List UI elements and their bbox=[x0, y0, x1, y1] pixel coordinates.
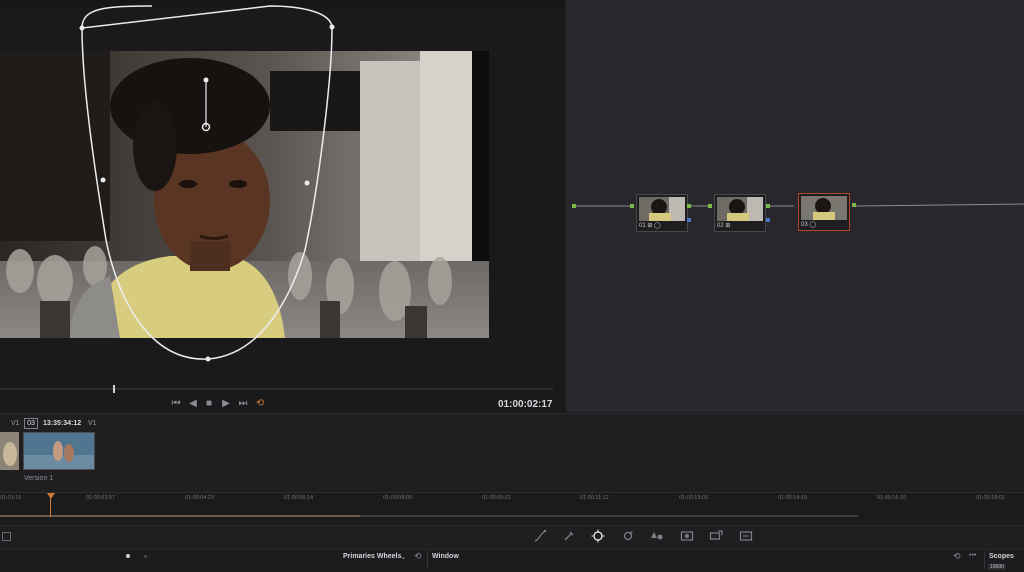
node-key-port[interactable] bbox=[687, 218, 691, 222]
panel-divider bbox=[984, 551, 985, 569]
curve-tool-icon[interactable] bbox=[533, 529, 547, 543]
track-label: V1 bbox=[11, 420, 20, 427]
key-tool-icon[interactable] bbox=[680, 529, 694, 543]
more-options-icon[interactable]: ••• bbox=[969, 552, 976, 559]
node-output-port[interactable] bbox=[687, 204, 691, 208]
node-02[interactable]: 02 ⊞ bbox=[714, 194, 766, 232]
window-handle bbox=[100, 177, 106, 183]
node-output-port[interactable] bbox=[852, 203, 856, 207]
reset-icon[interactable]: ⟲ bbox=[953, 551, 961, 562]
last-frame-button[interactable]: ⏭ bbox=[235, 398, 251, 410]
node-output-port[interactable] bbox=[766, 204, 770, 208]
window-handle bbox=[304, 180, 310, 186]
panel-divider bbox=[427, 551, 428, 569]
scope-scale-value: 10000 bbox=[988, 564, 1006, 570]
panel-toggle-icon[interactable] bbox=[2, 532, 11, 541]
node-03[interactable]: 03 ◯ bbox=[798, 193, 850, 231]
clip-version: Version 1 bbox=[24, 475, 54, 482]
palette-toolbar bbox=[0, 525, 1024, 550]
timeline-tick: 01:00:09:21 bbox=[482, 495, 512, 501]
reset-icon[interactable]: ⟲ bbox=[414, 551, 422, 562]
play-reverse-button[interactable]: ◀ bbox=[185, 398, 201, 410]
node-input-port[interactable] bbox=[630, 204, 634, 208]
first-frame-button[interactable]: ⏮ bbox=[168, 398, 184, 410]
power-window-overlay[interactable] bbox=[0, 0, 565, 412]
node-label: 01 ⊞ ◯ bbox=[639, 223, 661, 229]
primaries-wheels-title[interactable]: Primaries Wheels bbox=[343, 553, 401, 560]
3d-tool-icon[interactable] bbox=[739, 529, 753, 543]
sizing-tool-icon[interactable] bbox=[709, 529, 723, 543]
timeline-tick: 01:00:08:05 bbox=[383, 495, 413, 501]
timeline-playhead-line bbox=[50, 498, 51, 517]
node-connections bbox=[575, 203, 1024, 207]
window-handle bbox=[79, 25, 85, 31]
timeline-tick: 01:00:04:23 bbox=[185, 495, 215, 501]
clip-thumbnail-selected[interactable] bbox=[23, 432, 95, 470]
clip-strip bbox=[0, 413, 1024, 492]
page-indicator-dot[interactable] bbox=[144, 555, 147, 558]
timeline-tick: 01:00:06:14 bbox=[284, 495, 314, 501]
page-indicator-dot[interactable] bbox=[126, 554, 130, 558]
blur-tool-icon[interactable] bbox=[650, 529, 664, 543]
window-rotation-handle bbox=[203, 77, 209, 83]
stop-button[interactable]: ■ bbox=[201, 398, 217, 410]
timeline-tick: 01:00:16:10 bbox=[877, 495, 907, 501]
window-tool-icon[interactable] bbox=[591, 529, 605, 543]
tracker-icon[interactable] bbox=[621, 529, 635, 543]
viewer-timecode: 01:00:02:17 bbox=[498, 399, 553, 410]
timeline-ruler[interactable] bbox=[0, 492, 1024, 525]
timeline-tick: 01:00:14:19 bbox=[778, 495, 808, 501]
node-thumbnail bbox=[801, 196, 847, 220]
clip-timecode: 13:35:34:12 bbox=[43, 420, 82, 427]
clip-thumbnail[interactable] bbox=[0, 432, 19, 470]
palette-header-bar bbox=[0, 549, 1024, 572]
clip-number: 03 bbox=[24, 418, 38, 429]
timeline-playhead[interactable] bbox=[47, 493, 55, 499]
window-handle bbox=[329, 24, 335, 30]
timeline-tick: 01:00:18:01 bbox=[976, 495, 1006, 501]
timeline-clip-range bbox=[0, 515, 360, 517]
timeline-tick: 01:00:13:03 bbox=[679, 495, 709, 501]
node-input-port[interactable] bbox=[708, 204, 712, 208]
node-thumbnail bbox=[639, 197, 685, 221]
node-thumbnail bbox=[717, 197, 763, 221]
viewer-scrub-bar[interactable] bbox=[0, 388, 553, 390]
node-01[interactable]: 01 ⊞ ◯ bbox=[636, 194, 688, 232]
chevron-down-icon[interactable]: ⌄ bbox=[400, 552, 407, 561]
play-button[interactable]: ▶ bbox=[218, 398, 234, 410]
viewer-playhead[interactable] bbox=[113, 385, 115, 393]
loop-button[interactable]: ⟲ bbox=[252, 398, 268, 410]
timeline-tick: 01:01:16 bbox=[0, 495, 22, 501]
timeline-tick: 01:00:11:12 bbox=[580, 495, 609, 501]
source-input-port[interactable] bbox=[572, 204, 576, 208]
timeline-tick: 01:00:03:07 bbox=[86, 495, 116, 501]
node-label: 02 ⊞ bbox=[717, 223, 731, 229]
qualifier-picker-icon[interactable] bbox=[562, 529, 576, 543]
window-handle bbox=[205, 356, 211, 362]
node-label: 03 ◯ bbox=[801, 222, 817, 228]
scopes-panel-title: Scopes bbox=[989, 553, 1014, 560]
window-panel-title: Window bbox=[432, 553, 459, 560]
track-label: V1 bbox=[88, 420, 97, 427]
node-key-port[interactable] bbox=[766, 218, 770, 222]
